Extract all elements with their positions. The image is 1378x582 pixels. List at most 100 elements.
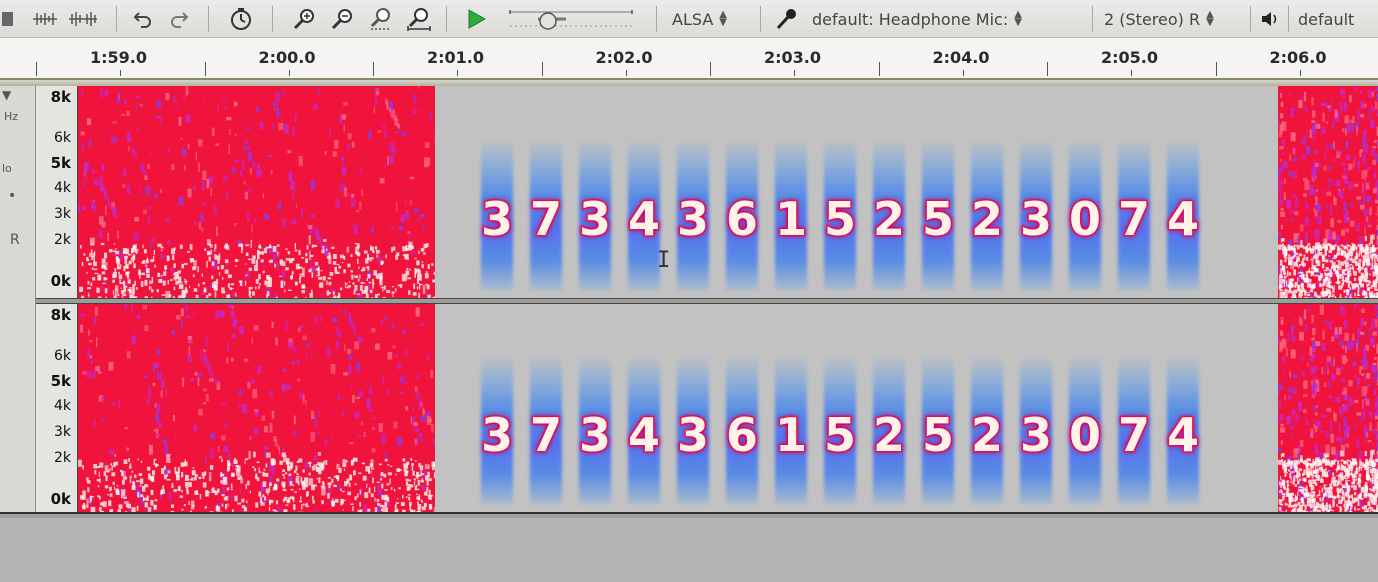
hidden-digit-glyph: 7: [528, 191, 563, 248]
speaker-icon: [1258, 5, 1282, 33]
gain-slider-knob[interactable]: •: [8, 188, 16, 204]
ruler-minor-tick: [457, 70, 459, 76]
hidden-digit-glyph: 3: [1018, 191, 1053, 248]
hidden-digit-glyph: 5: [822, 407, 857, 464]
play-icon[interactable]: [460, 5, 492, 33]
hidden-digit-glyph: 2: [969, 191, 1004, 248]
hidden-digit-glyph: 3: [479, 407, 514, 464]
freq-label-6k: 6k: [53, 348, 71, 364]
ruler-time-label: 2:03.0: [764, 48, 822, 67]
hidden-digit-glyph: 7: [528, 407, 563, 464]
zoom-out-icon[interactable]: [328, 5, 356, 33]
spectrogram-digit: 2: [869, 86, 909, 298]
playback-device-select[interactable]: default: [1298, 6, 1354, 32]
channels-value: 2 (Stereo) R: [1104, 9, 1201, 29]
hidden-digit-glyph: 3: [675, 407, 710, 464]
fit-selection-icon[interactable]: [366, 5, 394, 33]
mic-icon: [770, 5, 804, 33]
track-control-panel[interactable]: ▼ Hz lo • R: [0, 86, 36, 516]
hidden-digit-glyph: 3: [1018, 407, 1053, 464]
freq-label-8k: 8k: [50, 306, 71, 324]
silence-icon[interactable]: [66, 5, 100, 33]
spectrogram-digit: 2: [967, 86, 1007, 298]
undo-icon[interactable]: [130, 5, 156, 33]
ruler-time-label: 1:59.0: [90, 48, 148, 67]
spectrogram-digit: 7: [526, 304, 566, 512]
fit-project-icon[interactable]: [404, 5, 434, 33]
playback-device-value: default: [1298, 9, 1355, 29]
ruler-time-label: 2:01.0: [427, 48, 485, 67]
track-menu-dropdown-icon[interactable]: ▼: [2, 88, 11, 102]
noise-spectrum-block: [78, 86, 438, 298]
spectrogram-digit: 3: [575, 86, 615, 298]
freq-label-4k: 4k: [53, 398, 71, 414]
freq-label-4k: 4k: [53, 180, 71, 196]
freq-label-2k: 2k: [53, 232, 71, 248]
hidden-digit-glyph: 4: [1165, 407, 1200, 464]
toolbar-separator: [1250, 6, 1251, 32]
spectrogram-digit: 0: [1065, 304, 1105, 512]
timeline-ruler[interactable]: 1:59.0 2:00.0 2:01.0 2:02.0 2:03.0 2:04.0 2:05…: [0, 38, 1378, 78]
trim-icon[interactable]: [30, 5, 60, 33]
spectrogram-digit: 3: [673, 86, 713, 298]
spectrogram-digit: 5: [820, 86, 860, 298]
ruler-time-label: 2:05.0: [1101, 48, 1159, 67]
hidden-digit-glyph: 1: [773, 191, 808, 248]
toolbar-separator: [760, 6, 761, 32]
frequency-scale-right-channel: 8k 6k 5k 4k 3k 2k 0k: [36, 304, 78, 512]
hidden-digit-glyph: 4: [626, 191, 661, 248]
hidden-digit-glyph: 2: [871, 407, 906, 464]
audio-host-value: ALSA: [672, 9, 714, 29]
spectrogram-digit: 3: [673, 304, 713, 512]
channels-select[interactable]: 2 (Stereo) R ▲ ▼: [1104, 6, 1214, 32]
ruler-minor-tick: [120, 70, 122, 76]
spectrogram-digit: 2: [967, 304, 1007, 512]
ruler-minor-tick: [962, 70, 964, 76]
recording-device-select[interactable]: default: Headphone Mic: ▲ ▼: [812, 6, 1022, 32]
text-cursor-icon: I: [657, 248, 671, 273]
spectrogram-digit: 2: [869, 304, 909, 512]
spinner-arrows-icon: ▲ ▼: [1206, 9, 1214, 28]
hidden-digit-glyph: 6: [724, 407, 759, 464]
hidden-digit-glyph: 4: [626, 407, 661, 464]
audio-host-select[interactable]: ALSA ▲ ▼: [672, 6, 727, 32]
spectrogram-digit: 1: [771, 304, 811, 512]
ruler-time-label: 2:04.0: [932, 48, 990, 67]
spectrogram-digit: 6: [722, 304, 762, 512]
hidden-digit-glyph: 1: [773, 407, 808, 464]
zoom-in-icon[interactable]: [290, 5, 318, 33]
freq-label-8k: 8k: [50, 88, 71, 106]
spectrogram-right-channel[interactable]: 373436152523074: [78, 304, 1378, 512]
hidden-digit-glyph: 3: [675, 191, 710, 248]
spectrogram-digit: 4: [1163, 304, 1203, 512]
ruler-time-label: 2:02.0: [595, 48, 653, 67]
spectrogram-digit: 7: [526, 86, 566, 298]
noise-spectrum-block: [1278, 304, 1378, 512]
ruler-minor-tick: [625, 70, 627, 76]
spectrogram-digit: 3: [575, 304, 615, 512]
toolbar-separator: [446, 6, 447, 32]
hidden-digit-glyph: 7: [1116, 191, 1151, 248]
hidden-digit-glyph: 3: [577, 407, 612, 464]
freq-label-2k: 2k: [53, 450, 71, 466]
redo-icon[interactable]: [166, 5, 192, 33]
sync-lock-icon[interactable]: [226, 5, 256, 33]
hidden-digit-glyph: 3: [577, 191, 612, 248]
empty-track-area[interactable]: [0, 518, 1378, 582]
spectrogram-digit: 3: [1016, 86, 1056, 298]
hidden-digit-glyph: 7: [1116, 407, 1151, 464]
spectrogram-digit: 7: [1114, 304, 1154, 512]
multi-tool-icon[interactable]: [0, 5, 16, 33]
spectrogram-digit: 4: [1163, 86, 1203, 298]
ruler-minor-tick: [1131, 70, 1133, 76]
spectrogram-digit: 4: [624, 304, 664, 512]
speed-slider[interactable]: [506, 5, 636, 33]
freq-label-0k: 0k: [50, 272, 71, 290]
toolbar-separator: [1288, 6, 1289, 32]
spectrogram-left-channel[interactable]: 373436152523074: [78, 86, 1378, 298]
freq-label-5k: 5k: [50, 372, 71, 390]
toolbar: ALSA ▲ ▼ default: Headphone Mic: ▲ ▼ 2 (St…: [0, 0, 1378, 38]
spectrogram-digit: 1: [771, 86, 811, 298]
hidden-digit-glyph: 5: [920, 407, 955, 464]
ruler-major-tick: [36, 62, 37, 76]
